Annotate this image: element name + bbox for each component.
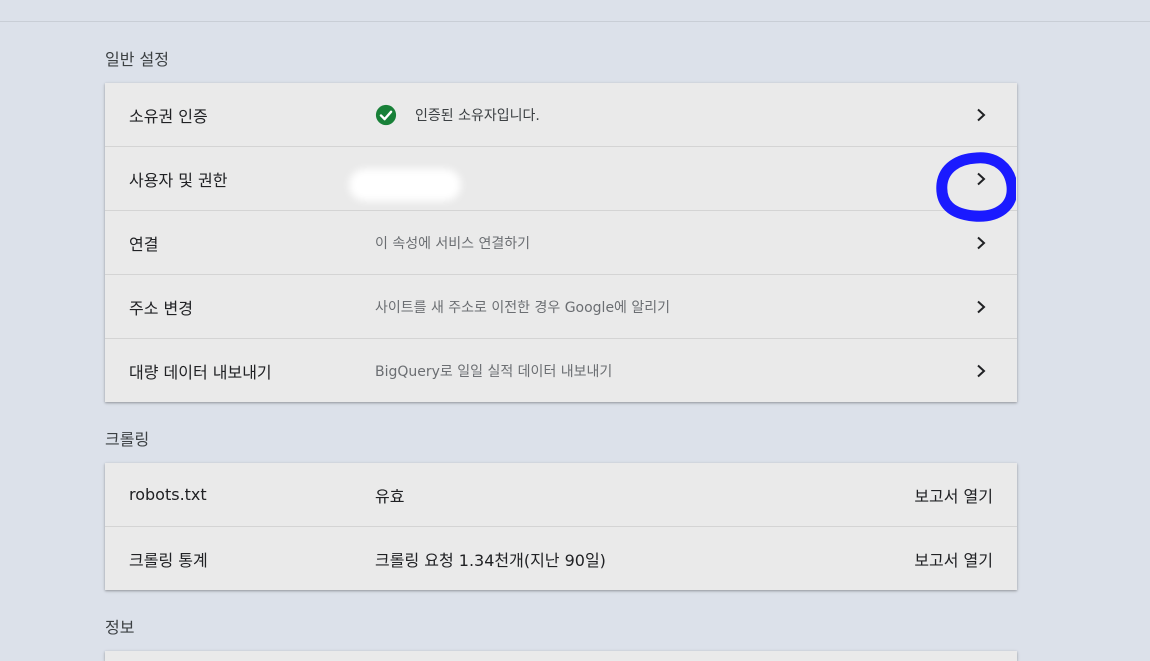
section-title-crawling: 크롤링 bbox=[105, 430, 150, 449]
crawling-card: robots.txt 유효 보고서 열기 크롤링 통계 크롤링 요청 1.34천… bbox=[105, 463, 1017, 590]
row-robots-txt: robots.txt 유효 보고서 열기 bbox=[105, 463, 1017, 527]
row-label: 연결 bbox=[129, 234, 159, 254]
row-description: BigQuery로 일일 실적 데이터 내보내기 bbox=[375, 363, 613, 380]
section-title-general: 일반 설정 bbox=[105, 50, 169, 69]
row-label: 사용자 및 권한 bbox=[129, 170, 228, 190]
chevron-right-icon[interactable] bbox=[975, 236, 987, 250]
chevron-right-icon[interactable] bbox=[975, 364, 987, 378]
redacted-area bbox=[349, 169, 461, 201]
row-description: 사이트를 새 주소로 이전한 경우 Google에 알리기 bbox=[375, 299, 671, 316]
row-associations[interactable]: 연결 이 속성에 서비스 연결하기 bbox=[105, 211, 1017, 275]
info-card bbox=[105, 651, 1017, 661]
verification-status: 인증된 소유자입니다. bbox=[375, 83, 540, 146]
row-label: 소유권 인증 bbox=[129, 106, 208, 126]
top-divider bbox=[0, 0, 1150, 22]
row-ownership-verification[interactable]: 소유권 인증 인증된 소유자입니다. bbox=[105, 83, 1017, 147]
verification-status-text: 인증된 소유자입니다. bbox=[415, 107, 540, 124]
row-label: 대량 데이터 내보내기 bbox=[129, 362, 272, 382]
crawl-stats-value: 크롤링 요청 1.34천개(지난 90일) bbox=[375, 550, 606, 570]
robots-status: 유효 bbox=[375, 486, 405, 506]
chevron-right-icon[interactable] bbox=[975, 108, 987, 122]
open-report-link[interactable]: 보고서 열기 bbox=[914, 527, 993, 590]
row-description: 이 속성에 서비스 연결하기 bbox=[375, 235, 531, 252]
chevron-right-icon[interactable] bbox=[975, 300, 987, 314]
row-bulk-data-export[interactable]: 대량 데이터 내보내기 BigQuery로 일일 실적 데이터 내보내기 bbox=[105, 339, 1017, 402]
chevron-right-icon[interactable] bbox=[975, 172, 987, 186]
row-label: 크롤링 통계 bbox=[129, 550, 208, 570]
row-label: 주소 변경 bbox=[129, 298, 193, 318]
section-title-info: 정보 bbox=[105, 618, 135, 637]
open-report-link[interactable]: 보고서 열기 bbox=[914, 463, 993, 526]
row-change-of-address[interactable]: 주소 변경 사이트를 새 주소로 이전한 경우 Google에 알리기 bbox=[105, 275, 1017, 339]
row-users-permissions[interactable]: 사용자 및 권한 bbox=[105, 147, 1017, 211]
row-crawl-stats: 크롤링 통계 크롤링 요청 1.34천개(지난 90일) 보고서 열기 bbox=[105, 527, 1017, 590]
check-circle-icon bbox=[375, 104, 397, 125]
general-settings-card: 소유권 인증 인증된 소유자입니다. 사용자 및 권한 연결 이 속성에 서비스… bbox=[105, 83, 1017, 402]
row-label: robots.txt bbox=[129, 485, 207, 504]
